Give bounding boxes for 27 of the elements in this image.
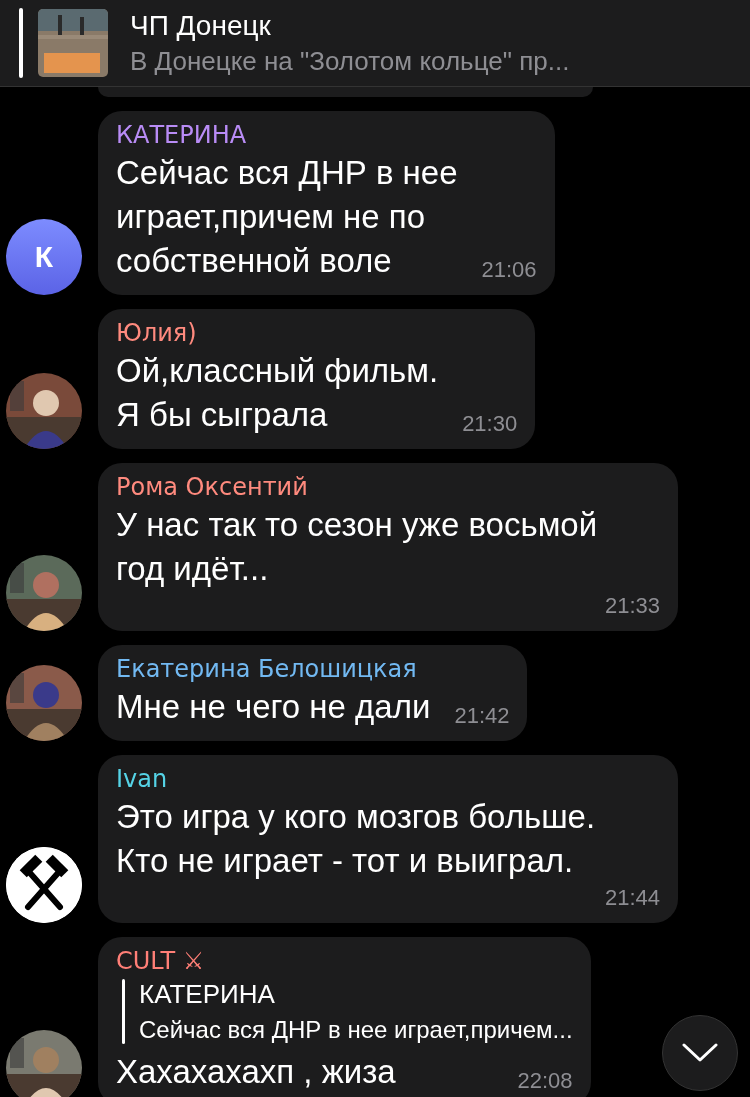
chevron-down-icon (682, 1043, 718, 1063)
message-text: Мне не чего не дали (116, 687, 431, 727)
reply-text: Сейчас вся ДНР в нее играет,причем... (139, 1016, 573, 1044)
author-name[interactable]: Рома Оксентий (116, 473, 660, 501)
reply-quote[interactable]: КАТЕРИНА Сейчас вся ДНР в нее играет,причем... (122, 979, 573, 1044)
author-name[interactable]: Ivan (116, 765, 660, 793)
message-text: Хахахахахп , жиза (116, 1052, 396, 1092)
author-name[interactable]: Юлия) (116, 319, 518, 347)
avatar[interactable]: К (6, 219, 82, 295)
author-name[interactable]: Екатерина Белошицкая (116, 655, 510, 683)
author-name[interactable]: КАТЕРИНА (116, 121, 537, 149)
message-time: 22:08 (516, 1067, 573, 1095)
message-text: Ой,классный фильм. Я бы сыграла (116, 351, 439, 435)
pinned-message-bar[interactable]: ЧП Донецк В Донецке на "Золотом кольце" пр... (0, 0, 750, 87)
reply-author: КАТЕРИНА (139, 979, 276, 1010)
pinned-title: ЧП Донецк (130, 9, 272, 42)
pinned-text: В Донецке на "Золотом кольце" пр... (130, 45, 570, 77)
message-time: 21:30 (461, 410, 518, 438)
message-time: 21:44 (603, 884, 660, 912)
message-time: 21:33 (603, 592, 660, 620)
message-time: 21:06 (480, 256, 537, 284)
message-time: 21:42 (453, 702, 510, 730)
message-text: У нас так то сезон уже восьмой год идёт... (116, 505, 598, 589)
message-text: Сейчас вся ДНР в нее играет,причем не по собственной воле (116, 153, 458, 281)
crossed-hammers-avatar-icon[interactable] (6, 847, 82, 923)
author-name[interactable]: CULT ⚔ (116, 947, 573, 975)
message-text: Это игра у кого мозгов больше. Кто не играет - тот и выиграл. (116, 797, 596, 881)
